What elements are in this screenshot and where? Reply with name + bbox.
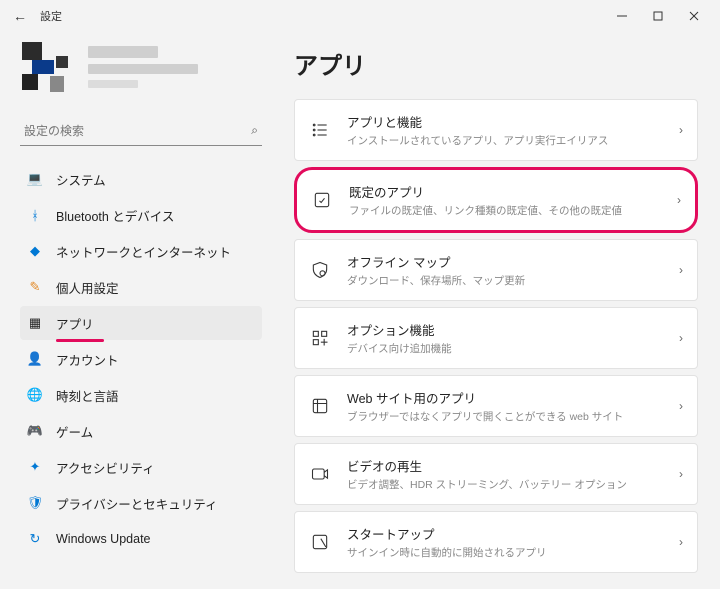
maximize-button[interactable] [640, 2, 676, 30]
settings-card-6[interactable]: スタートアップサインイン時に自動的に開始されるアプリ› [294, 511, 698, 573]
settings-card-4[interactable]: Web サイト用のアプリブラウザーではなくアプリで開くことができる web サイ… [294, 375, 698, 437]
search-input[interactable] [24, 124, 251, 138]
nav-label: システム [56, 170, 106, 189]
main-content: アプリ アプリと機能インストールされているアプリ、アプリ実行エイリアス›既定のア… [268, 32, 720, 589]
back-button[interactable]: ← [8, 4, 32, 28]
nav-label: アカウント [56, 350, 119, 369]
minimize-button[interactable] [604, 2, 640, 30]
chevron-right-icon: › [679, 535, 683, 549]
nav-list: 💻 システム ᚼ Bluetooth とデバイス ◆ ネットワークとインターネット ✎ 個人用… [20, 162, 262, 556]
nav-label: プライバシーとセキュリティ [56, 494, 218, 513]
nav-icon: 🎮 [26, 422, 44, 440]
sidebar-item-0[interactable]: 💻 システム [20, 162, 262, 196]
nav-icon: 🛡 [26, 494, 44, 512]
profile-text [88, 46, 198, 94]
card-subtitle: インストールされているアプリ、アプリ実行エイリアス [347, 133, 679, 148]
nav-icon: 🌐 [26, 386, 44, 404]
card-title: オフライン マップ [347, 252, 679, 271]
nav-label: ゲーム [56, 422, 93, 441]
nav-label: 時刻と言語 [56, 386, 119, 405]
nav-icon: ◆ [26, 242, 44, 260]
nav-icon: ▦ [26, 314, 44, 332]
sidebar-item-1[interactable]: ᚼ Bluetooth とデバイス [20, 198, 262, 232]
card-title: Web サイト用のアプリ [347, 388, 679, 407]
card-icon [309, 463, 331, 485]
card-title: スタートアップ [347, 524, 679, 543]
nav-icon: ᚼ [26, 206, 44, 224]
nav-icon: 👤 [26, 350, 44, 368]
profile-block[interactable] [20, 42, 262, 98]
settings-card-5[interactable]: ビデオの再生ビデオ調整、HDR ストリーミング、バッテリー オプション› [294, 443, 698, 505]
nav-label: ネットワークとインターネット [56, 242, 231, 261]
nav-label: アクセシビリティ [56, 458, 155, 477]
sidebar-item-7[interactable]: 🎮 ゲーム [20, 414, 262, 448]
avatar [20, 42, 76, 98]
nav-icon: ↻ [26, 530, 44, 548]
nav-label: Windows Update [56, 532, 151, 546]
card-icon [309, 531, 331, 553]
sidebar-item-10[interactable]: ↻ Windows Update [20, 522, 262, 556]
cards-list: アプリと機能インストールされているアプリ、アプリ実行エイリアス›既定のアプリファ… [294, 99, 698, 573]
settings-card-3[interactable]: オプション機能デバイス向け追加機能› [294, 307, 698, 369]
nav-label: アプリ [56, 314, 94, 333]
settings-card-0[interactable]: アプリと機能インストールされているアプリ、アプリ実行エイリアス› [294, 99, 698, 161]
close-button[interactable] [676, 2, 712, 30]
titlebar: ← 設定 [0, 0, 720, 32]
nav-icon: 💻 [26, 170, 44, 188]
card-subtitle: ブラウザーではなくアプリで開くことができる web サイト [347, 409, 679, 424]
card-icon [309, 395, 331, 417]
card-subtitle: ビデオ調整、HDR ストリーミング、バッテリー オプション [347, 477, 679, 492]
card-icon [311, 189, 333, 211]
card-title: 既定のアプリ [349, 182, 677, 201]
card-title: ビデオの再生 [347, 456, 679, 475]
card-subtitle: サインイン時に自動的に開始されるアプリ [347, 545, 679, 560]
nav-label: Bluetooth とデバイス [56, 206, 174, 225]
card-title: アプリと機能 [347, 112, 679, 131]
sidebar-item-8[interactable]: ✦ アクセシビリティ [20, 450, 262, 484]
card-subtitle: デバイス向け追加機能 [347, 341, 679, 356]
settings-card-1[interactable]: 既定のアプリファイルの既定値、リンク種類の既定値、その他の既定値› [294, 167, 698, 233]
card-title: オプション機能 [347, 320, 679, 339]
sidebar-item-6[interactable]: 🌐 時刻と言語 [20, 378, 262, 412]
sidebar-item-4[interactable]: ▦ アプリ [20, 306, 262, 340]
chevron-right-icon: › [679, 399, 683, 413]
settings-card-2[interactable]: オフライン マップダウンロード、保存場所、マップ更新› [294, 239, 698, 301]
search-box[interactable]: ⌕ [20, 116, 262, 146]
chevron-right-icon: › [679, 123, 683, 137]
nav-icon: ✎ [26, 278, 44, 296]
chevron-right-icon: › [679, 263, 683, 277]
nav-icon: ✦ [26, 458, 44, 476]
card-subtitle: ファイルの既定値、リンク種類の既定値、その他の既定値 [349, 203, 677, 218]
chevron-right-icon: › [679, 331, 683, 345]
sidebar-item-9[interactable]: 🛡 プライバシーとセキュリティ [20, 486, 262, 520]
chevron-right-icon: › [677, 193, 681, 207]
window-title: 設定 [40, 8, 62, 24]
sidebar: ⌕ 💻 システム ᚼ Bluetooth とデバイス ◆ ネットワークとインターネット ✎ 個… [0, 32, 268, 589]
page-title: アプリ [294, 46, 698, 81]
chevron-right-icon: › [679, 467, 683, 481]
card-icon [309, 119, 331, 141]
card-icon [309, 327, 331, 349]
sidebar-item-5[interactable]: 👤 アカウント [20, 342, 262, 376]
sidebar-item-2[interactable]: ◆ ネットワークとインターネット [20, 234, 262, 268]
sidebar-item-3[interactable]: ✎ 個人用設定 [20, 270, 262, 304]
card-icon [309, 259, 331, 281]
search-icon: ⌕ [251, 123, 258, 138]
card-subtitle: ダウンロード、保存場所、マップ更新 [347, 273, 679, 288]
nav-label: 個人用設定 [56, 278, 119, 297]
